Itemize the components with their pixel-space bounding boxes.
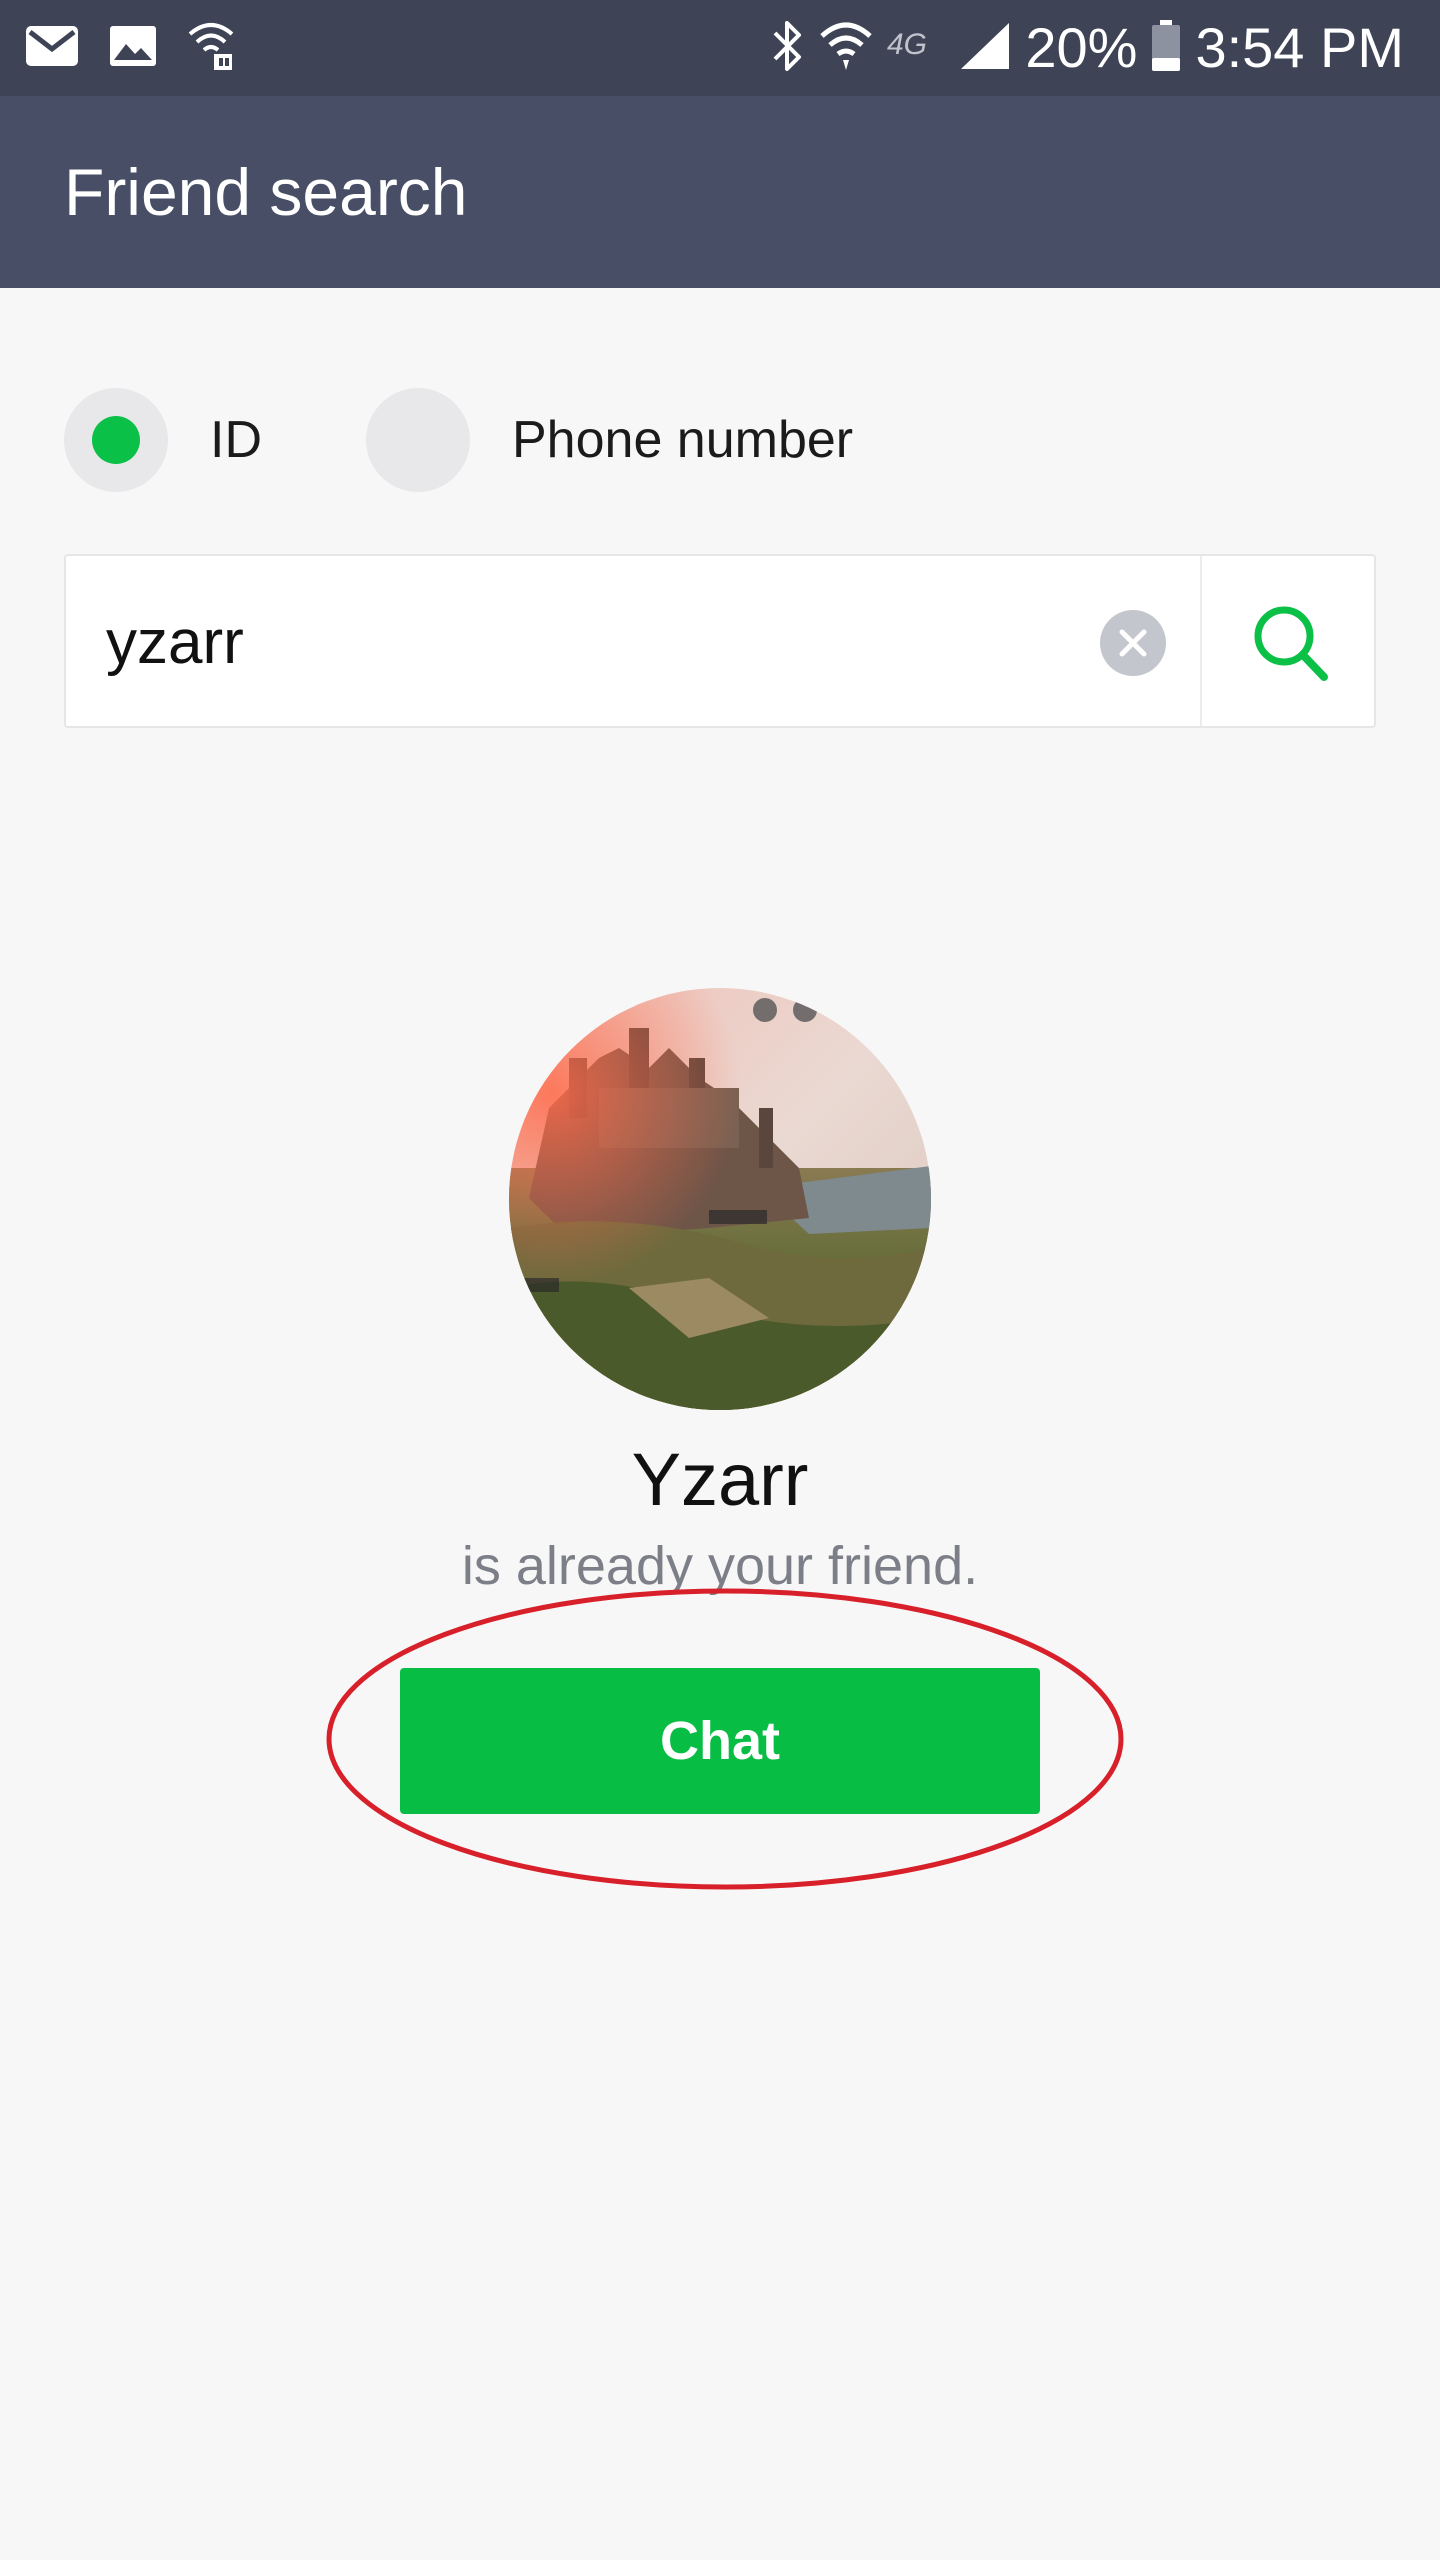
friend-name: Yzarr xyxy=(631,1438,809,1521)
battery-percent: 20% xyxy=(1025,16,1138,79)
profile-avatar xyxy=(509,988,931,1410)
search-box xyxy=(64,554,1376,728)
bluetooth-icon xyxy=(771,19,805,78)
radio-selected-dot xyxy=(92,416,140,464)
search-input[interactable] xyxy=(106,590,1106,694)
radio-option-phone-number[interactable]: Phone number xyxy=(366,388,853,492)
battery-icon xyxy=(1151,19,1181,77)
close-circle-icon xyxy=(1119,629,1147,657)
radio-label-phone-number: Phone number xyxy=(512,411,854,469)
signal-icon xyxy=(959,21,1011,76)
email-icon xyxy=(24,24,80,73)
app-header: Friend search xyxy=(0,96,1440,288)
page-title: Friend search xyxy=(64,155,468,229)
svg-text:4G: 4G xyxy=(887,28,927,61)
status-bar: 4G 20% 3:54 PM xyxy=(0,0,1440,96)
radio-option-id[interactable]: ID xyxy=(64,388,262,492)
clear-button[interactable] xyxy=(1100,610,1166,676)
radio-label-id: ID xyxy=(210,411,262,469)
radio-button-id[interactable] xyxy=(64,388,168,492)
wifi-download-icon xyxy=(186,20,236,77)
search-button[interactable] xyxy=(1202,556,1376,726)
image-icon xyxy=(108,24,158,73)
wifi-icon xyxy=(819,20,873,77)
network-type-icon: 4G xyxy=(887,24,945,73)
status-bar-right: 4G 20% 3:54 PM xyxy=(771,10,1404,86)
search-icon xyxy=(1254,606,1328,681)
radio-button-phone-number[interactable] xyxy=(366,388,470,492)
chat-button[interactable]: Chat xyxy=(400,1668,1040,1814)
search-type-selector: ID Phone number xyxy=(64,388,1384,492)
friend-status-text: is already your friend. xyxy=(461,1536,979,1596)
clock: 3:54 PM xyxy=(1195,16,1404,79)
status-bar-left xyxy=(24,18,236,78)
